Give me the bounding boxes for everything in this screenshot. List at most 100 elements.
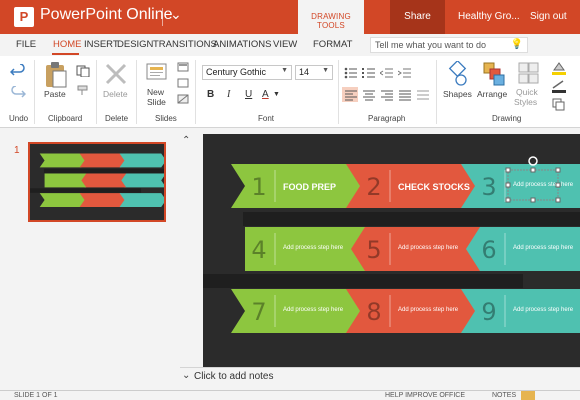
- font-size-select[interactable]: 14 ▼: [295, 65, 333, 80]
- process-step-label: Add process step here: [513, 182, 574, 188]
- new-slide-label-line1[interactable]: New: [147, 87, 164, 97]
- shape-fill-icon[interactable]: [551, 61, 567, 75]
- quick-styles-label-line2[interactable]: Styles: [514, 97, 537, 107]
- help-improve-link[interactable]: HELP IMPROVE OFFICE: [385, 392, 465, 399]
- italic-button[interactable]: I: [227, 89, 230, 100]
- paste-icon[interactable]: [44, 61, 68, 89]
- drawing-group-label: Drawing: [492, 114, 522, 123]
- process-step-shape: [119, 173, 167, 188]
- process-step-label: Add process step here: [283, 307, 344, 313]
- process-step-number: 1: [251, 173, 266, 201]
- process-step-number: 7: [251, 298, 266, 326]
- slide-canvas[interactable]: 1 FOOD PREP 2 CHECK STOCKS 3 Add process step…: [203, 134, 580, 374]
- tab-insert[interactable]: INSERT: [84, 39, 119, 50]
- more-paragraph-icon[interactable]: [416, 89, 430, 101]
- user-name[interactable]: Healthy Gro...: [458, 11, 520, 22]
- tab-view[interactable]: VIEW: [273, 39, 297, 50]
- slide-editing-area: 1 FOOD PREP 2 CHECK STOCKS 3 Add process step…: [194, 129, 580, 374]
- share-button[interactable]: Share: [390, 0, 445, 34]
- arrange-button-label[interactable]: Arrange: [477, 89, 507, 99]
- chevron-down-icon[interactable]: ⌄: [170, 6, 182, 23]
- normal-view-icon[interactable]: [521, 391, 535, 400]
- align-center-icon[interactable]: [362, 89, 376, 101]
- undo-icon[interactable]: [10, 64, 26, 78]
- increase-indent-icon[interactable]: [398, 67, 412, 79]
- tell-me-search-input[interactable]: Tell me what you want to do 💡: [370, 37, 528, 53]
- ribbon: Undo Paste Clipboard Delete Delete New S…: [0, 56, 580, 128]
- resize-handle: [530, 197, 536, 203]
- process-step-label: CHECK STOCKS: [398, 182, 470, 192]
- duplicate-slide-icon[interactable]: [177, 78, 189, 88]
- justify-icon[interactable]: [398, 89, 412, 101]
- underline-button[interactable]: U: [245, 89, 252, 100]
- tab-animations[interactable]: ANIMATIONS: [213, 39, 271, 50]
- align-right-icon[interactable]: [380, 89, 394, 101]
- process-step-shape: [39, 193, 87, 208]
- copy-icon[interactable]: [76, 65, 90, 77]
- slide-thumbnail-preview: [30, 144, 167, 220]
- connector-bar: [243, 212, 580, 226]
- decrease-indent-icon[interactable]: [380, 67, 394, 79]
- slide-thumbnail-1[interactable]: [28, 142, 167, 222]
- bullets-icon[interactable]: [344, 67, 358, 79]
- layout-icon[interactable]: [177, 62, 189, 72]
- redo-icon[interactable]: [10, 86, 26, 100]
- new-slide-label-line2[interactable]: Slide: [147, 97, 166, 107]
- tab-format[interactable]: FORMAT: [313, 39, 352, 50]
- powerpoint-logo-icon: P: [14, 7, 34, 27]
- group-divider: [195, 60, 196, 124]
- new-slide-icon[interactable]: [146, 61, 168, 83]
- process-step-label: Add process step here: [513, 307, 574, 313]
- slide-count: SLIDE 1 OF 1: [14, 392, 58, 399]
- process-step-shape: [79, 173, 127, 188]
- chevron-down-icon[interactable]: ▼: [273, 91, 280, 98]
- group-divider: [96, 60, 97, 124]
- bold-button[interactable]: B: [207, 89, 214, 100]
- font-name-value: Century Gothic: [206, 67, 267, 77]
- delete-button-label[interactable]: Delete: [103, 89, 128, 99]
- delete-group-label: Delete: [105, 114, 129, 123]
- connector-bar: [43, 168, 164, 174]
- active-tab-indicator: [52, 53, 79, 55]
- sign-out-link[interactable]: Sign out: [530, 11, 567, 22]
- process-step-number: 3: [481, 173, 496, 201]
- chevron-up-icon[interactable]: ⌃: [182, 135, 190, 146]
- font-name-select[interactable]: Century Gothic ▼: [202, 65, 292, 80]
- duplicate-icon[interactable]: [551, 97, 567, 111]
- numbering-icon[interactable]: [362, 67, 376, 79]
- tab-design[interactable]: DESIGN: [117, 39, 153, 50]
- shapes-icon[interactable]: [446, 61, 470, 87]
- notes-placeholder[interactable]: Click to add notes: [194, 371, 274, 382]
- paste-button-label[interactable]: Paste: [44, 89, 66, 99]
- shape-outline-icon[interactable]: [551, 79, 567, 93]
- process-step-shape: [44, 173, 87, 188]
- app-title[interactable]: PowerPoint Online: [40, 6, 173, 24]
- chevron-down-icon: ▼: [281, 67, 288, 74]
- font-color-button[interactable]: A: [262, 89, 269, 100]
- font-group-label: Font: [258, 114, 275, 123]
- tab-home[interactable]: HOME: [53, 39, 82, 50]
- slides-group-label: Slides: [155, 114, 177, 123]
- tab-transitions[interactable]: TRANSITIONS: [153, 39, 217, 50]
- process-step-label: FOOD PREP: [283, 182, 336, 192]
- notes-pane[interactable]: ⌄ Click to add notes: [180, 367, 580, 387]
- thumbnail-scrollbar[interactable]: ⌃: [180, 129, 194, 394]
- quick-styles-label-line1[interactable]: Quick: [516, 87, 538, 97]
- connector-bar: [203, 274, 523, 288]
- chevron-down-icon[interactable]: ⌄: [182, 370, 190, 381]
- process-step-label: Add process step here: [398, 307, 459, 313]
- tab-file[interactable]: FILE: [16, 39, 36, 50]
- title-bar: P PowerPoint Online ⌄ DRAWING TOOLS Shar…: [0, 0, 580, 34]
- ribbon-tabs: FILE HOME INSERT DESIGN TRANSITIONS ANIM…: [0, 34, 580, 56]
- delete-x-icon[interactable]: [104, 62, 128, 86]
- hide-slide-icon[interactable]: [177, 94, 189, 104]
- format-painter-icon[interactable]: [76, 84, 90, 96]
- resize-handle: [555, 167, 561, 173]
- notes-toggle[interactable]: NOTES: [492, 392, 516, 399]
- lightbulb-icon: 💡: [510, 39, 523, 50]
- undo-group-label: Undo: [9, 114, 29, 123]
- quick-styles-icon[interactable]: [518, 61, 540, 85]
- shapes-button-label[interactable]: Shapes: [443, 89, 472, 99]
- align-left-icon[interactable]: [344, 89, 358, 101]
- arrange-icon[interactable]: [482, 61, 506, 87]
